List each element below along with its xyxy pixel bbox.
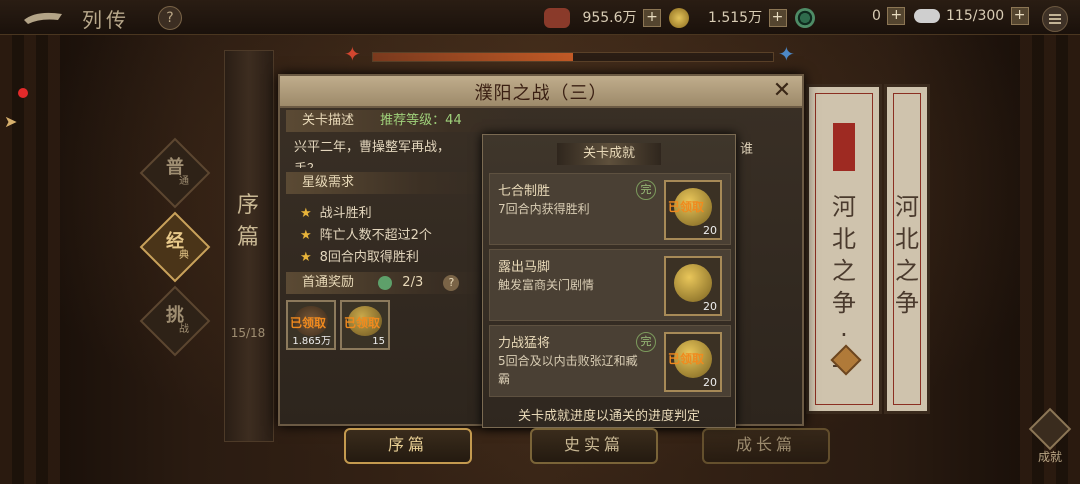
condition-2: ★ 阵亡人数不超过2个 (300, 228, 432, 243)
back-arrow-icon (24, 12, 62, 24)
curtain-left (0, 0, 60, 484)
top-bar: 列传 ? 955.6万 + 1.515万 + 0 + 115/300 + (0, 0, 1080, 35)
notification-dot (18, 88, 28, 98)
claimed-stamp: 已领取 (668, 200, 705, 214)
star-icon: ★ (300, 206, 312, 221)
red-phoenix-icon: ✦ (344, 42, 361, 66)
panel-title: 濮阳之战（三） (474, 83, 608, 104)
add-jade-button[interactable]: + (768, 9, 787, 27)
stage-scroll-2[interactable]: 河北之争 (884, 84, 930, 414)
claimed-stamp: 已领取 (344, 316, 381, 330)
reward-help-icon[interactable]: ? (443, 275, 460, 291)
achievement-desc: 触发富商关门剧情 (498, 278, 595, 292)
achievement-reward[interactable]: 已领取 20 (664, 180, 722, 240)
achievement-reward[interactable]: 20 (664, 256, 722, 316)
achievement-name: 露出马脚 (498, 260, 551, 275)
stage-description-line2: 手？ (294, 158, 320, 168)
add-stamina-button[interactable]: + (1010, 7, 1029, 25)
help-button[interactable]: ? (158, 6, 182, 30)
achievement-label: 成就 (1037, 450, 1062, 464)
achievement-item: 七合制胜 7回合内获得胜利 完 已领取 20 (489, 173, 731, 245)
add-copper-button[interactable]: + (643, 9, 661, 27)
star-icon: ★ (300, 250, 312, 265)
desc-label: 关卡描述 (302, 113, 355, 128)
resource-cloud-value: 0 (872, 8, 881, 24)
section-first-reward: 首通奖励 2/3 ? (286, 272, 482, 294)
back-button[interactable] (22, 8, 64, 26)
expand-arrow-icon[interactable]: ➤ (4, 112, 18, 131)
reward-item-1[interactable]: 已领取 1.865万 (286, 300, 336, 350)
claimed-stamp: 已领取 (668, 352, 705, 366)
page-title: 列传 (82, 8, 130, 32)
tab-prologue[interactable]: 序篇 (344, 428, 472, 464)
chapter-progress-bar (372, 52, 774, 62)
close-button[interactable]: ✕ (770, 79, 794, 103)
achievement-item: 力战猛将 5回合及以内击败张辽和臧霸 完 已领取 20 (489, 325, 731, 397)
section-description: 关卡描述 推荐等级：44 (286, 110, 522, 132)
resource-stamina-value: 115/300 (946, 8, 1005, 24)
jade-icon (795, 8, 815, 28)
completed-badge: 完 (636, 180, 656, 200)
tab-history[interactable]: 史实篇 (530, 428, 658, 464)
claimed-stamp: 已领取 (290, 316, 327, 330)
reward-amount: 1.865万 (292, 336, 331, 347)
stage-description-tail: 谁 (740, 142, 754, 157)
chapter-count: 15/18 (230, 326, 266, 340)
achievement-item: 露出马脚 触发富商关门剧情 20 (489, 249, 731, 321)
chapter-progress-fill (373, 53, 573, 61)
recommend-level: 44 (445, 113, 462, 128)
panel-header: 濮阳之战（三） ✕ (280, 76, 802, 108)
achievement-reward[interactable]: 已领取 20 (664, 332, 722, 392)
achievement-button[interactable]: 成就 (1028, 407, 1072, 470)
achievement-icon (1028, 407, 1072, 451)
chapter-scroll-title: 序篇 (236, 193, 259, 250)
condition-1: ★ 战斗胜利 (300, 206, 372, 221)
cloud-icon (913, 9, 940, 23)
recommend-label: 推荐等级： (380, 113, 446, 128)
reward-progress-icon (378, 275, 393, 290)
reward-amount: 20 (703, 224, 717, 237)
copper-icon (544, 8, 570, 28)
achievement-desc: 5回合及以内击败张辽和臧霸 (498, 354, 638, 386)
resource-copper: 955.6万 + (540, 7, 690, 28)
reward-amount: 20 (703, 300, 717, 313)
resource-stamina: 115/300 + (946, 7, 1029, 27)
achievement-desc: 7回合内获得胜利 (498, 202, 590, 216)
reward-amount: 15 (372, 336, 385, 347)
gold-coin-icon (669, 8, 690, 28)
stage-seal (833, 123, 855, 171)
resource-cloud: 0 + (872, 7, 940, 27)
reward-item-2[interactable]: 已领取 15 (340, 300, 390, 350)
resource-jade-value: 1.515万 (708, 10, 763, 26)
star-icon: ★ (300, 228, 312, 243)
reward-progress: 2/3 (402, 275, 424, 290)
section-star-requirement: 星级需求 (286, 172, 482, 194)
menu-button[interactable] (1042, 6, 1068, 32)
achievement-popup: 关卡成就 七合制胜 7回合内获得胜利 完 已领取 20 露出马脚 触发富商关门剧… (482, 134, 736, 428)
stage-title: 河北之争 (895, 193, 919, 317)
achievement-footer: 关卡成就进度以通关的进度判定 (517, 409, 700, 424)
resource-copper-value: 955.6万 (582, 10, 637, 26)
stage-scroll-1[interactable]: 河北之争·一 (806, 84, 882, 414)
achievement-name: 七合制胜 (498, 184, 551, 199)
gold-coin-icon (674, 264, 712, 302)
add-cloud-button[interactable]: + (887, 7, 906, 25)
resource-jade: 1.515万 + (708, 7, 815, 28)
blue-phoenix-icon: ✦ (778, 42, 795, 66)
condition-3: ★ 8回合内取得胜利 (300, 250, 419, 265)
achievement-name: 力战猛将 (498, 336, 551, 351)
completed-badge: 完 (636, 332, 656, 352)
reward-amount: 20 (703, 376, 717, 389)
achievement-title: 关卡成就 (557, 143, 661, 165)
tab-growth[interactable]: 成长篇 (702, 428, 830, 464)
